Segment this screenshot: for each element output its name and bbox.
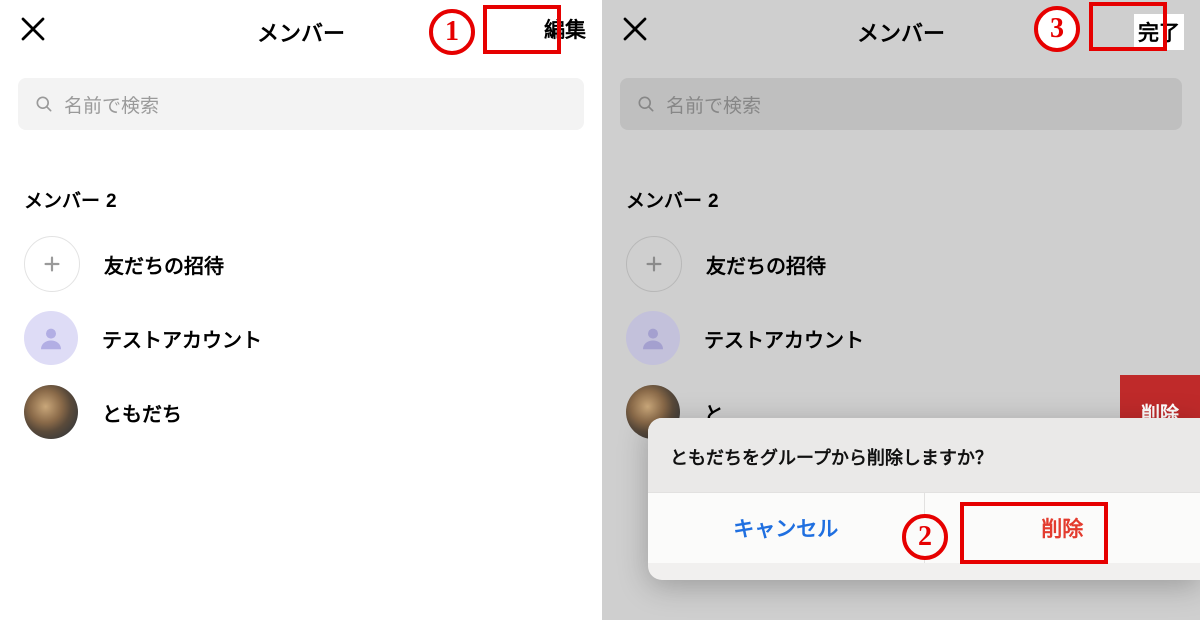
person-icon	[36, 323, 66, 353]
avatar-photo	[24, 385, 78, 439]
plus-icon	[41, 253, 63, 275]
search-input[interactable]: 名前で検索	[620, 78, 1182, 130]
annotation-number-3: 3	[1034, 6, 1080, 52]
annotation-box-3	[1089, 2, 1167, 51]
search-placeholder: 名前で検索	[666, 91, 761, 118]
dialog-message: ともだちをグループから削除しますか？	[648, 418, 1200, 493]
members-section-label: メンバー 2	[24, 186, 602, 213]
members-count: 2	[106, 191, 117, 212]
member-row[interactable]: テストアカウント	[602, 301, 1200, 375]
annotation-box-2	[960, 502, 1108, 564]
annotation-box-1	[483, 5, 561, 54]
cancel-button[interactable]: キャンセル	[648, 493, 924, 563]
invite-label: 友だちの招待	[104, 250, 224, 279]
member-name: ともだち	[102, 398, 182, 427]
members-label-text: メンバー	[626, 191, 702, 212]
members-count: 2	[708, 191, 719, 212]
search-icon	[636, 94, 656, 114]
person-icon	[638, 323, 668, 353]
screen-right: メンバー 完了 名前で検索 メンバー2 友だちの招待 テストアカウント と 削除	[602, 0, 1200, 620]
avatar	[24, 311, 78, 365]
search-placeholder: 名前で検索	[64, 91, 159, 118]
screen-left: メンバー 編集 名前で検索 メンバー2 友だちの招待 テストアカウント ともだち	[0, 0, 602, 620]
members-section-label: メンバー 2	[626, 186, 1200, 213]
member-name: テストアカウント	[704, 324, 864, 353]
plus-avatar	[626, 236, 682, 292]
avatar	[626, 311, 680, 365]
search-icon	[34, 94, 54, 114]
annotation-number-1: 1	[429, 9, 475, 55]
invite-row[interactable]: 友だちの招待	[0, 227, 602, 301]
plus-icon	[643, 253, 665, 275]
search-input[interactable]: 名前で検索	[18, 78, 584, 130]
plus-avatar	[24, 236, 80, 292]
member-name: テストアカウント	[102, 324, 262, 353]
annotation-number-2: 2	[902, 514, 948, 560]
invite-label: 友だちの招待	[706, 250, 826, 279]
member-row[interactable]: テストアカウント	[0, 301, 602, 375]
invite-row[interactable]: 友だちの招待	[602, 227, 1200, 301]
member-row[interactable]: ともだち	[0, 375, 602, 449]
members-label-text: メンバー	[24, 191, 100, 212]
